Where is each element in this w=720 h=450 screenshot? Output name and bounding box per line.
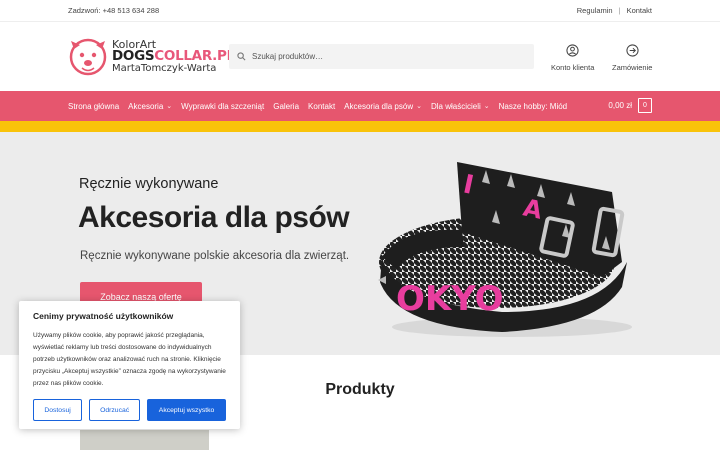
cart-total: 0,00 zł — [608, 101, 632, 110]
account-link[interactable]: Konto klienta — [551, 44, 594, 72]
customize-button[interactable]: Dostosuj — [33, 399, 83, 421]
cart-button[interactable]: 0,00 zł 0 — [608, 98, 652, 113]
nav-label: Akcesoria — [128, 101, 164, 111]
logo-line-2: DOGSCOLLAR.PL — [112, 50, 235, 64]
nav-item-miod[interactable]: Nasze hobby: Miód — [499, 102, 567, 111]
cookie-text: Używamy plików cookie, aby poprawić jako… — [33, 332, 226, 387]
hero-subtitle: Ręcznie wykonywane — [79, 176, 219, 192]
cookie-title: Cenimy prywatność użytkowników — [33, 311, 174, 321]
user-icon — [566, 44, 579, 57]
nav-label: Nasze hobby: Miód — [498, 101, 568, 111]
nav-item-home[interactable]: Strona główna — [68, 102, 119, 111]
nav-label: Akcesoria dla psów — [344, 101, 414, 111]
chevron-down-icon: ⌄ — [416, 103, 422, 110]
hero-description: Ręcznie wykonywane polskie akcesoria dla… — [80, 250, 350, 262]
link-kontakt[interactable]: Kontakt — [627, 6, 652, 15]
nav-item-galeria[interactable]: Galeria — [273, 102, 299, 111]
site-header: KolorArt DOGSCOLLAR.PL MartaTomczyk-Wart… — [0, 22, 720, 91]
dog-logo-icon — [69, 38, 107, 75]
top-bar: Zadzwoń: +48 513 634 288 Regulamin | Kon… — [0, 0, 720, 22]
cookie-buttons: Dostosuj Odrzucać Akceptuj wszystko — [33, 399, 226, 421]
phone-number[interactable]: Zadzwoń: +48 513 634 288 — [68, 6, 159, 15]
orders-link[interactable]: Zamówienie — [612, 44, 652, 72]
site-logo[interactable]: KolorArt DOGSCOLLAR.PL MartaTomczyk-Wart… — [68, 37, 235, 77]
reject-button[interactable]: Odrzucać — [89, 399, 141, 421]
link-regulamin[interactable]: Regulamin — [577, 6, 613, 15]
hero-title: Akcesoria dla psów — [78, 201, 350, 234]
nav-label: Wyprawki dla szczeniąt — [181, 101, 265, 111]
search-input[interactable] — [252, 52, 512, 61]
search-bar[interactable] — [229, 44, 534, 69]
nav-label: Dla właścicieli — [430, 101, 481, 111]
accept-all-button[interactable]: Akceptuj wszystko — [147, 399, 226, 421]
logo-line-3: MartaTomczyk-Warta — [112, 62, 217, 74]
logo-dogs: DOGS — [112, 48, 155, 65]
product-thumbnail[interactable] — [80, 430, 209, 450]
nav-label: Kontakt — [308, 101, 336, 111]
nav-item-akcesoria-psy[interactable]: Akcesoria dla psów ⌄ — [344, 102, 422, 111]
dog-collar-image: I A OKYO — [378, 162, 632, 337]
logo-collar: COLLAR.PL — [154, 48, 235, 65]
nav-item-akcesoria[interactable]: Akcesoria ⌄ — [128, 102, 172, 111]
chevron-down-icon: ⌄ — [483, 103, 490, 110]
arrow-right-circle-icon — [626, 44, 639, 57]
chevron-down-icon: ⌄ — [166, 103, 173, 110]
account-label: Konto klienta — [551, 63, 595, 72]
main-nav: Strona główna Akcesoria ⌄ Wyprawki dla sz… — [0, 91, 720, 121]
nav-item-wlasciciele[interactable]: Dla właścicieli ⌄ — [431, 102, 490, 111]
nav-label: Galeria — [273, 101, 300, 111]
nav-item-wyprawki[interactable]: Wyprawki dla szczeniąt — [181, 102, 264, 111]
divider: | — [618, 6, 621, 15]
collar-letters: OKYO — [396, 279, 504, 319]
nav-label: Strona główna — [68, 101, 120, 111]
cart-count-badge: 0 — [638, 98, 652, 113]
orders-label: Zamówienie — [612, 63, 653, 72]
accent-stripe — [0, 121, 720, 132]
search-icon — [237, 52, 246, 61]
top-links: Regulamin | Kontakt — [577, 6, 652, 15]
logo-text: KolorArt DOGSCOLLAR.PL MartaTomczyk-Wart… — [112, 39, 235, 74]
nav-item-kontakt[interactable]: Kontakt — [308, 102, 335, 111]
cookie-consent-banner: Cenimy prywatność użytkowników Używamy p… — [19, 301, 240, 429]
